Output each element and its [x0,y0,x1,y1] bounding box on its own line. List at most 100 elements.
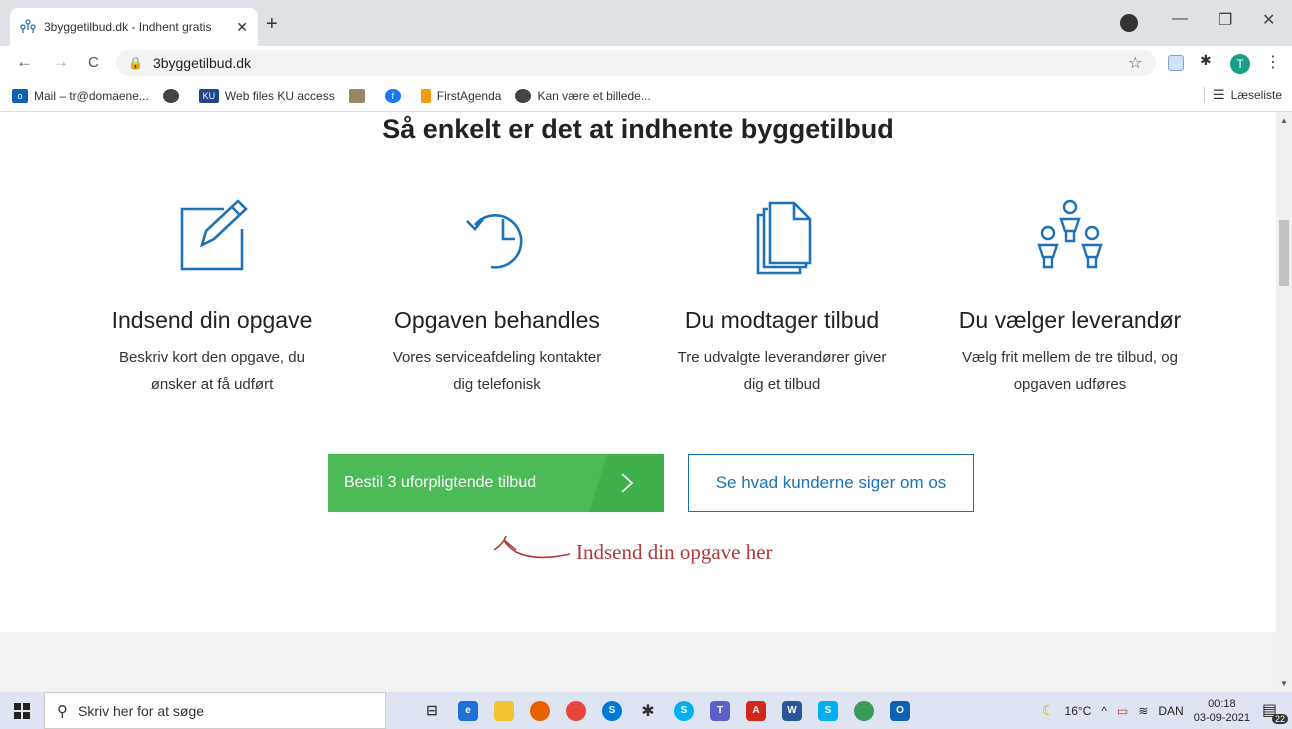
chevron-right-icon [589,454,664,512]
chrome-icon [566,700,586,721]
history-icon [457,197,537,277]
step-card-1: Indsend din opgave Beskriv kort den opga… [82,197,342,398]
globe-icon [854,700,874,721]
weather-moon-icon[interactable]: ☾ [1042,702,1055,719]
step-description: Vælg frit mellem de tre tilbud, og opgav… [962,349,1178,393]
step-card-3: Du modtager tilbud Tre udvalgte leverand… [652,197,912,398]
page-title: Så enkelt er det at indhente byggetilbud [382,114,894,144]
browser-menu-icon[interactable]: ⋮ [1265,52,1281,72]
step-title: Indsend din opgave [111,307,313,333]
outlook-icon: o [12,88,28,103]
notification-count: 22 [1271,713,1288,724]
gear-icon: ✱ [641,702,655,720]
taskbar-settings[interactable]: ✱ [630,692,666,729]
ku-icon: KU [198,88,219,103]
bookmark-globe-1[interactable] [162,88,185,103]
scroll-down-icon[interactable]: ▼ [1280,679,1288,688]
extensions-puzzle-icon[interactable]: ✱ [1200,52,1216,68]
bookmark-star-icon[interactable]: ☆ [1128,53,1142,73]
reading-list-button[interactable]: ☰ Læseliste [1203,87,1282,103]
taskbar-skype-3[interactable]: S [810,692,846,729]
minimize-button[interactable]: — [1172,10,1188,28]
step-card-2: Opgaven behandles Vores serviceafdeling … [367,197,627,398]
clock[interactable]: 00:18 03-09-2021 [1194,697,1250,725]
documents-icon [742,197,822,277]
globe-icon [515,88,532,103]
order-quotes-button[interactable]: Bestil 3 uforpligtende tilbud [328,454,664,512]
tab-close-icon[interactable]: ✕ [236,19,248,36]
annotation: Indsend din opgave her [492,534,773,571]
wifi-icon[interactable]: ≋ [1138,704,1148,718]
footer-band [0,632,1276,692]
firstagenda-icon [420,88,431,103]
task-view-button[interactable]: ⊟ [414,692,450,729]
word-icon: W [782,700,802,721]
order-quotes-label: Bestil 3 uforpligtende tilbud [344,474,537,491]
step-description: Tre udvalgte leverandører giver dig et t… [677,349,887,393]
skype-icon: S [674,700,694,721]
search-icon: ⚲ [57,702,68,720]
tab-active[interactable]: 3byggetilbud.dk - Indhent gratis ✕ [10,8,258,46]
profile-menu-icon[interactable] [1120,14,1138,32]
bookmark-ku[interactable]: KU Web files KU access [198,88,335,103]
system-tray: ☾ 16°C ^ ▭ ≋ DAN 00:18 03-09-2021 ▤ 22 [1042,692,1292,729]
address-bar[interactable]: 🔒 3byggetilbud.dk [116,50,1156,76]
taskbar-search-input[interactable]: ⚲ Skriv her for at søge [44,692,386,729]
teams-icon: T [710,700,730,721]
taskbar-outlook[interactable]: O [882,692,918,729]
acrobat-icon: A [746,700,766,721]
globe-icon [162,88,179,103]
bookmarks-bar: o Mail – tr@domaene... KU Web files KU a… [0,80,1292,112]
forward-button[interactable]: → [52,52,69,72]
reviews-button[interactable]: Se hvad kunderne siger om os [688,454,974,512]
outlook-icon: O [890,700,910,721]
page-scrollbar[interactable]: ▲ ▼ [1276,112,1292,692]
folder-icon [494,700,514,721]
tab-strip: 3byggetilbud.dk - Indhent gratis ✕ + — ❐… [0,0,1292,46]
taskbar-edge[interactable]: e [450,692,486,729]
taskbar-word[interactable]: W [774,692,810,729]
bookmark-library[interactable] [348,88,371,103]
reload-button[interactable]: C [88,54,99,71]
web-page: Så enkelt er det at indhente byggetilbud… [0,112,1276,692]
taskbar-acrobat[interactable]: A [738,692,774,729]
taskbar: ⚲ Skriv her for at søge ⊟ e S ✱ S T A W … [0,692,1292,729]
profile-avatar[interactable]: T [1230,54,1250,74]
url-text: 3byggetilbud.dk [152,55,252,71]
bookmark-image[interactable]: Kan være et billede... [515,88,651,103]
close-window-button[interactable]: ✕ [1262,10,1275,30]
task-view-icon: ⊟ [426,702,438,718]
back-button[interactable]: ← [16,52,33,72]
taskbar-teams[interactable]: T [702,692,738,729]
tray-chevron-up-icon[interactable]: ^ [1101,704,1107,718]
extension-doc-icon[interactable] [1168,55,1184,71]
scroll-thumb[interactable] [1279,220,1289,286]
bookmark-firstagenda[interactable]: FirstAgenda [420,88,501,103]
taskbar-explorer[interactable] [486,692,522,729]
taskbar-app-globe[interactable] [846,692,882,729]
scroll-up-icon[interactable]: ▲ [1280,116,1288,125]
step-title: Opgaven behandles [394,307,600,333]
edge-icon: e [458,700,478,721]
new-tab-button[interactable]: + [266,13,278,36]
taskbar-skype-business[interactable]: S [594,692,630,729]
bookmark-mail[interactable]: o Mail – tr@domaene... [12,88,149,103]
facebook-icon: f [384,88,401,103]
annotation-text: Indsend din opgave her [576,540,773,564]
skype-icon: S [818,700,838,721]
firefox-icon [530,700,550,721]
language-indicator[interactable]: DAN [1158,704,1183,718]
reading-list-icon: ☰ [1212,87,1225,102]
taskbar-chrome[interactable] [558,692,594,729]
taskbar-skype-2[interactable]: S [666,692,702,729]
windows-start-button[interactable] [0,692,44,729]
weather-temp[interactable]: 16°C [1065,704,1092,718]
bookmark-facebook[interactable]: f [384,88,407,103]
step-description: Beskriv kort den opgave, du ønsker at få… [119,349,305,393]
network-icon[interactable]: ▭ [1117,704,1128,718]
step-description: Vores serviceafdeling kontakter dig tele… [392,349,602,393]
people-icon [1030,197,1110,277]
notifications-button[interactable]: ▤ 22 [1262,700,1288,724]
maximize-button[interactable]: ❐ [1218,10,1232,30]
taskbar-firefox[interactable] [522,692,558,729]
